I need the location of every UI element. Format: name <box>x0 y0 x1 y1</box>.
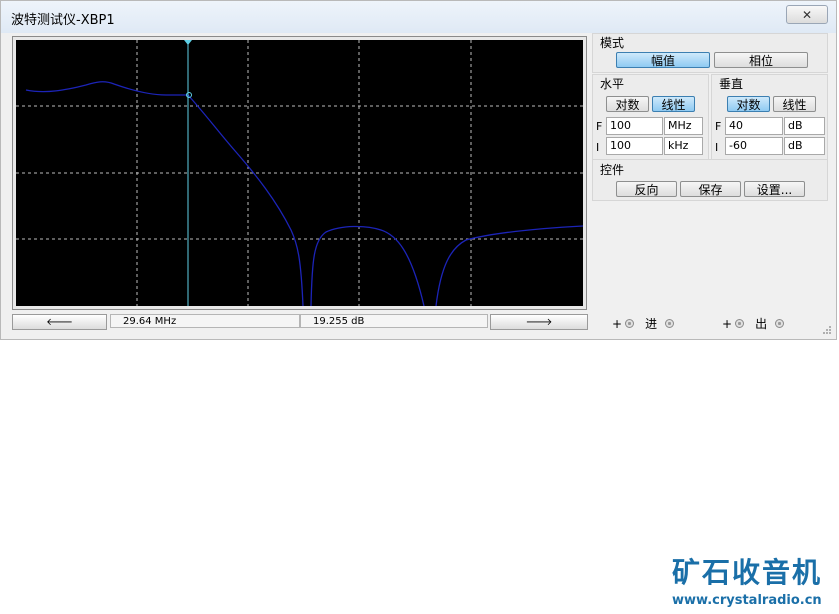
horizontal-header: 水平 <box>600 77 625 91</box>
vertical-lin-button[interactable]: 线性 <box>773 96 816 112</box>
arrow-left-icon: 🡐 <box>46 317 73 328</box>
horizontal-final-label: F <box>596 120 603 133</box>
output-minus-terminal-icon[interactable] <box>775 319 785 328</box>
cursor-right-button[interactable]: 🡒 <box>490 314 588 330</box>
horizontal-lin-button[interactable]: 线性 <box>652 96 695 112</box>
vertical-initial-label: I <box>715 141 719 154</box>
title-bar: 波特测试仪-XBP1 ✕ <box>1 1 836 33</box>
bode-plotter-window: 波特测试仪-XBP1 ✕ 🡐 29.64 MHz 19.255 dB 🡒 模式 … <box>0 0 837 340</box>
frequency-readout: 29.64 MHz <box>110 314 300 328</box>
arrow-right-icon: 🡒 <box>525 317 553 328</box>
cursor-left-button[interactable]: 🡐 <box>12 314 107 330</box>
plot-grid <box>16 40 583 306</box>
vertical-initial-input[interactable]: -60 <box>725 137 783 155</box>
magnitude-button[interactable]: 幅值 <box>616 52 710 68</box>
vertical-panel: 垂直 对数 线性 F 40 dB I -60 dB <box>711 74 828 164</box>
reverse-button[interactable]: 反向 <box>616 181 677 197</box>
magnitude-trace <box>25 81 584 307</box>
output-terminals: + 出 <box>722 315 785 332</box>
controls-header: 控件 <box>600 163 625 177</box>
input-minus-terminal-icon[interactable] <box>665 319 675 328</box>
horizontal-log-button[interactable]: 对数 <box>606 96 649 112</box>
readout-bar: 🡐 29.64 MHz 19.255 dB 🡒 <box>12 314 588 330</box>
controls-panel: 控件 反向 保存 设置... <box>592 159 828 201</box>
mode-header: 模式 <box>600 36 625 50</box>
horizontal-panel: 水平 对数 线性 F 100 MHz I 100 kHz <box>592 74 709 164</box>
setup-button[interactable]: 设置... <box>744 181 805 197</box>
window-title: 波特测试仪-XBP1 <box>11 13 115 28</box>
phase-button[interactable]: 相位 <box>714 52 808 68</box>
horizontal-initial-unit[interactable]: kHz <box>664 137 703 155</box>
bode-plot-svg <box>16 40 584 307</box>
horizontal-initial-label: I <box>596 141 600 154</box>
input-label: 进 <box>645 317 658 331</box>
mode-panel: 模式 幅值 相位 <box>592 33 828 73</box>
vertical-final-unit[interactable]: dB <box>784 117 825 135</box>
vertical-log-button[interactable]: 对数 <box>727 96 770 112</box>
cursor-handle-icon[interactable] <box>184 40 192 45</box>
output-plus-terminal-icon[interactable] <box>735 319 745 328</box>
horizontal-final-unit[interactable]: MHz <box>664 117 703 135</box>
input-plus-label: + <box>612 316 623 331</box>
plot-frame <box>12 36 587 310</box>
save-button[interactable]: 保存 <box>680 181 741 197</box>
vertical-initial-unit[interactable]: dB <box>784 137 825 155</box>
watermark-title: 矿石收音机 <box>672 556 823 589</box>
horizontal-initial-input[interactable]: 100 <box>606 137 663 155</box>
resize-grip-icon[interactable] <box>822 325 832 335</box>
plot-area[interactable] <box>16 40 584 307</box>
horizontal-final-input[interactable]: 100 <box>606 117 663 135</box>
vertical-final-input[interactable]: 40 <box>725 117 783 135</box>
vertical-final-label: F <box>715 120 722 133</box>
magnitude-readout: 19.255 dB <box>300 314 488 328</box>
watermark-url: www.crystalradio.cn <box>672 593 822 608</box>
site-watermark: 矿石收音机 www.crystalradio.cn <box>672 551 837 608</box>
input-plus-terminal-icon[interactable] <box>625 319 635 328</box>
output-label: 出 <box>755 317 768 331</box>
close-icon: ✕ <box>801 7 813 22</box>
vertical-header: 垂直 <box>719 77 744 91</box>
input-terminals: + 进 <box>612 315 675 332</box>
output-plus-label: + <box>722 316 733 331</box>
close-button[interactable]: ✕ <box>786 5 828 24</box>
